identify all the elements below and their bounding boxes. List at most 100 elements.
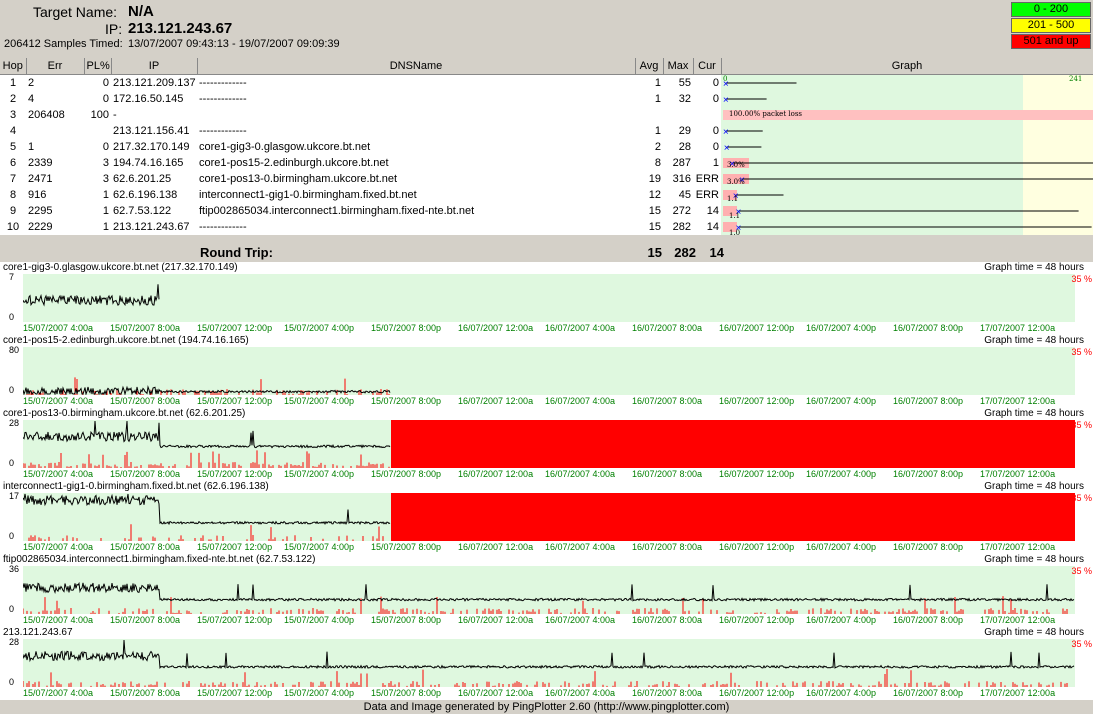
- col-hop[interactable]: Hop: [0, 58, 27, 75]
- x-tick-label: 16/07/2007 8:00p: [893, 469, 964, 479]
- x-tick-label: 16/07/2007 4:00p: [806, 688, 877, 698]
- cell-pl: 3: [84, 171, 111, 187]
- y-min-label: 0: [9, 604, 15, 614]
- packet-loss-marks: [23, 450, 390, 468]
- x-tick-label: 16/07/2007 12:00p: [719, 323, 795, 333]
- col-ip[interactable]: IP: [111, 58, 198, 75]
- y-max-label: 28: [9, 637, 20, 647]
- footer: Data and Image generated by PingPlotter …: [0, 700, 1093, 714]
- cell-max: 28: [663, 139, 693, 155]
- cell-pl: 0: [84, 74, 111, 91]
- cell-ip: 217.32.170.149: [111, 139, 197, 155]
- x-axis-labels: 15/07/2007 4:00a 15/07/2007 8:00a 15/07/20…: [23, 542, 1083, 552]
- col-cur[interactable]: Cur: [693, 58, 722, 75]
- y-max-label: 7: [9, 272, 15, 282]
- table-row[interactable]: 3 206408 100-: [0, 107, 1093, 123]
- cell-hop: 9: [0, 203, 26, 219]
- hop-graph: ×: [721, 91, 1093, 107]
- packet-loss-marks: [23, 669, 1068, 687]
- x-tick-label: 16/07/2007 12:00a: [458, 469, 534, 479]
- table-row[interactable]: 1 2 0 213.121.209.137 ------------- 1 55 0 ×: [0, 74, 1093, 91]
- cell-hop: 6: [0, 155, 26, 171]
- x-tick-label: 15/07/2007 12:00p: [197, 323, 273, 333]
- x-tick-label: 16/07/2007 4:00a: [545, 396, 616, 406]
- cell-max: 32: [663, 91, 693, 107]
- loss-scale-label: 35 %: [1071, 420, 1092, 430]
- ip-value: 213.121.243.67: [128, 20, 233, 37]
- cell-ip: 194.74.16.165: [111, 155, 197, 171]
- x-tick-label: 15/07/2007 4:00a: [23, 542, 94, 552]
- cell-hop: 3: [0, 107, 26, 123]
- round-trip-label: Round Trip:: [200, 245, 273, 260]
- chart-plot-area: [23, 420, 1075, 468]
- cell-cur: ERR: [693, 171, 721, 187]
- y-min-label: 0: [9, 312, 15, 322]
- x-tick-label: 15/07/2007 8:00a: [110, 688, 181, 698]
- hop-graph: ×: [721, 74, 1093, 91]
- table-row[interactable]: 9 2295 1 62.7.53.122 ftip002865034.interconn…: [0, 203, 1093, 219]
- x-tick-label: 16/07/2007 4:00a: [545, 542, 616, 552]
- y-min-label: 0: [9, 531, 15, 541]
- graph-time-label: Graph time = 48 hours: [984, 262, 1084, 273]
- cell-avg: 1: [635, 74, 663, 91]
- cell-pl: 100: [84, 107, 111, 123]
- table-row[interactable]: 5 1 0 217.32.170.149 core1-gig3-0.glasgow.uk…: [0, 139, 1093, 155]
- table-row[interactable]: 6 2339 3 194.74.16.165 core1-pos15-2.edinbur…: [0, 155, 1093, 171]
- legend-yellow: 201 - 500: [1011, 18, 1091, 33]
- x-tick-label: 15/07/2007 8:00a: [110, 615, 181, 625]
- y-min-label: 0: [9, 385, 15, 395]
- y-min-label: 0: [9, 458, 15, 468]
- time-chart: core1-pos13-0.birmingham.ukcore.bt.net (…: [0, 408, 1093, 481]
- col-dnsname[interactable]: DNSName: [197, 58, 636, 75]
- col-max[interactable]: Max: [663, 58, 694, 75]
- time-chart: ftip002865034.interconnect1.birmingham.f…: [0, 554, 1093, 627]
- table-row[interactable]: 4 213.121.156.41 ------------- 1 29 0 ×: [0, 123, 1093, 139]
- cell-err: 916: [26, 187, 84, 203]
- col-graph[interactable]: Graph: [721, 58, 1093, 75]
- x-tick-label: 16/07/2007 8:00p: [893, 542, 964, 552]
- avg-marker: ×: [723, 95, 729, 106]
- y-max-label: 17: [9, 491, 20, 501]
- cell-err: 206408: [26, 107, 84, 123]
- table-row[interactable]: 7 2471 3 62.6.201.25 core1-pos13-0.birmingha…: [0, 171, 1093, 187]
- y-min-label: 0: [9, 677, 15, 687]
- latency-line: [23, 420, 391, 449]
- col-pl[interactable]: PL%: [84, 58, 112, 75]
- hop-table: Hop Err PL% IP DNSName Avg Max Cur Graph…: [0, 58, 1093, 235]
- cell-max: [663, 107, 693, 123]
- col-avg[interactable]: Avg: [635, 58, 664, 75]
- cell-pl: [84, 123, 111, 139]
- x-axis-labels: 15/07/2007 4:00a 15/07/2007 8:00a 15/07/20…: [23, 615, 1083, 625]
- table-row[interactable]: 10 2229 1 213.121.243.67 ------------- 15 282 1…: [0, 219, 1093, 235]
- table-header: Hop Err PL% IP DNSName Avg Max Cur Graph: [0, 58, 1093, 75]
- cell-pl: 0: [84, 139, 111, 155]
- chart-title: core1-pos15-2.edinburgh.ukcore.bt.net (1…: [3, 335, 249, 346]
- x-tick-label: 16/07/2007 12:00a: [458, 542, 534, 552]
- x-tick-label: 15/07/2007 4:00p: [284, 542, 355, 552]
- x-tick-label: 16/07/2007 4:00p: [806, 396, 877, 406]
- cell-hop: 7: [0, 171, 26, 187]
- cell-ip: -: [111, 107, 197, 123]
- y-max-label: 80: [9, 345, 20, 355]
- cell-hop: 8: [0, 187, 26, 203]
- x-tick-label: 15/07/2007 4:00a: [23, 323, 94, 333]
- header: Target Name: N/A IP: 213.121.243.67 2064…: [0, 0, 1093, 57]
- x-tick-label: 15/07/2007 8:00p: [371, 688, 442, 698]
- x-tick-label: 15/07/2007 4:00a: [23, 688, 94, 698]
- x-tick-label: 15/07/2007 12:00p: [197, 469, 273, 479]
- x-tick-label: 15/07/2007 4:00p: [284, 615, 355, 625]
- cell-max: 287: [663, 155, 693, 171]
- packet-loss-marks: [28, 524, 384, 541]
- hop-graph: ×: [721, 139, 1093, 155]
- x-tick-label: 17/07/2007 12:00a: [980, 469, 1056, 479]
- x-axis-labels: 15/07/2007 4:00a 15/07/2007 8:00a 15/07/20…: [23, 323, 1083, 333]
- col-err[interactable]: Err: [26, 58, 85, 75]
- chart-title: core1-pos13-0.birmingham.ukcore.bt.net (…: [3, 408, 246, 419]
- table-row[interactable]: 8 916 1 62.6.196.138 interconnect1-gig1-0.bi…: [0, 187, 1093, 203]
- x-tick-label: 17/07/2007 12:00a: [980, 396, 1056, 406]
- round-trip-max: 282: [674, 245, 696, 260]
- round-trip-row: Round Trip: 15 282 14: [0, 244, 1093, 260]
- cell-hop: 4: [0, 123, 26, 139]
- chart-plot-area: [23, 347, 1075, 395]
- table-row[interactable]: 2 4 0 172.16.50.145 ------------- 1 32 0 ×: [0, 91, 1093, 107]
